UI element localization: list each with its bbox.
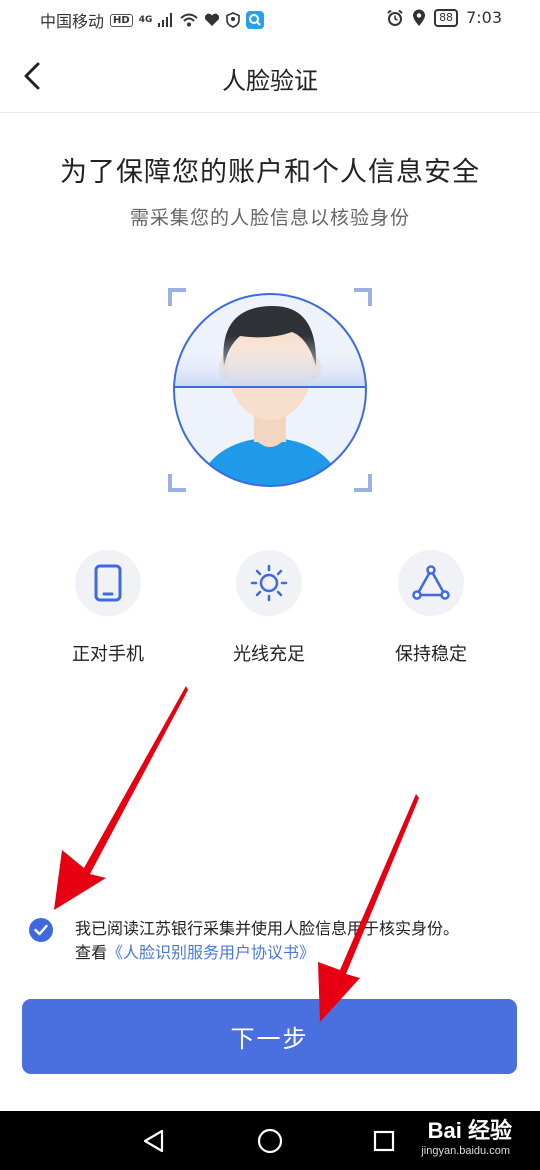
search-app-icon [246,11,265,29]
tip-label: 光线充足 [233,644,305,665]
alarm-icon [387,9,403,26]
arrow-to-checkbox [54,686,188,910]
tip-label: 保持稳定 [395,644,467,665]
status-left: 中国移动 HD 4G [40,8,265,32]
main-heading: 为了保障您的账户和个人信息安全 [60,157,480,188]
watermark-url: jingyan.baidu.com [421,1145,510,1157]
wifi-icon [180,13,199,27]
status-right: 88 7:03 [386,8,502,27]
watermark-brand: Bai 经验 [427,1118,512,1143]
agreement-text: 我已阅读江苏银行采集并使用人脸信息用于核实身份。 [75,919,460,938]
signal-icon [158,13,173,27]
sub-heading: 需采集您的人脸信息以核验身份 [129,207,410,229]
tip-face-phone: 正对手机 [48,550,168,666]
phone-icon [75,550,141,616]
agreement-link[interactable]: 《人脸识别服务用户协议书》 [107,943,315,962]
agree-checkbox[interactable] [29,918,53,942]
agreement-line2: 查看《人脸识别服务用户协议书》 [75,939,315,963]
tip-light: 光线充足 [209,550,329,666]
status-bar: 中国移动 HD 4G 88 7:03 [0,0,540,40]
carrier-label: 中国移动 [40,12,105,31]
tip-label: 正对手机 [72,644,144,665]
clock: 7:03 [466,8,502,27]
agreement-prefix: 查看 [75,943,108,962]
arrow-to-button [318,794,419,1022]
network-label: 4G [138,15,153,25]
sun-icon [236,550,302,616]
hd-badge: HD [110,13,133,27]
battery-icon: 88 [434,8,459,27]
nav-home-icon[interactable] [257,1128,283,1154]
page-title: 人脸验证 [222,67,318,95]
face-scan-illustration [168,288,372,492]
nav-recents-icon[interactable] [373,1130,395,1152]
nav-back-icon[interactable] [141,1128,167,1154]
location-icon [413,9,426,26]
triangle-icon [398,550,464,616]
tip-steady: 保持稳定 [371,550,491,666]
heart-icon [205,13,220,26]
header: 人脸验证 [0,40,540,113]
next-button[interactable]: 下一步 [22,999,517,1074]
shield-icon [226,12,241,28]
check-icon [34,924,48,936]
